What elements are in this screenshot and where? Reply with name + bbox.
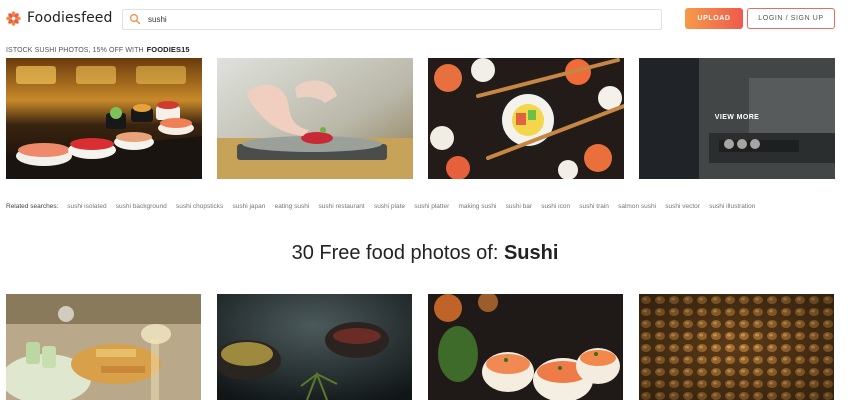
- related-search-link[interactable]: sushi bar: [506, 203, 532, 210]
- promo-text: ISTOCK SUSHI PHOTOS, 15% OFF WITH: [6, 47, 144, 54]
- related-search-link[interactable]: sushi japan: [232, 203, 265, 210]
- promo-code: FOODIES15: [146, 45, 190, 54]
- dark-bowls-image: [217, 294, 412, 400]
- sushi-table-photo[interactable]: [6, 294, 201, 400]
- related-search-link[interactable]: salmon sushi: [618, 203, 656, 210]
- salmon-rolls-image: [428, 294, 623, 400]
- related-search-link[interactable]: sushi background: [116, 203, 167, 210]
- sushi-table-image: [6, 294, 201, 400]
- rice-texture-photo[interactable]: [639, 294, 834, 400]
- chef-plating-sushi-photo[interactable]: [217, 58, 413, 179]
- search-icon[interactable]: [129, 13, 141, 25]
- related-search-link[interactable]: sushi icon: [541, 203, 570, 210]
- related-search-link[interactable]: sushi chopsticks: [176, 203, 223, 210]
- login-signup-button[interactable]: LOGIN / SIGN UP: [747, 8, 835, 29]
- related-search-link[interactable]: eating sushi: [275, 203, 310, 210]
- sushi-platter-photo[interactable]: [6, 58, 202, 179]
- related-search-link[interactable]: sushi illustration: [709, 203, 755, 210]
- related-searches: Related searches: sushi isolated sushi b…: [6, 203, 763, 210]
- chef-plating-image: [217, 58, 413, 179]
- results-heading-prefix: 30 Free food photos of:: [291, 242, 504, 264]
- upload-button[interactable]: UPLOAD: [685, 8, 743, 29]
- related-search-link[interactable]: sushi train: [579, 203, 609, 210]
- dark-bowls-photo[interactable]: [217, 294, 412, 400]
- chopsticks-sushi-roll-photo[interactable]: [428, 58, 624, 179]
- search-bar[interactable]: [122, 9, 662, 30]
- view-more-tile[interactable]: VIEW MORE: [639, 58, 835, 179]
- related-search-link[interactable]: sushi vector: [665, 203, 700, 210]
- related-searches-label: Related searches:: [6, 203, 59, 210]
- related-search-link[interactable]: making sushi: [458, 203, 496, 210]
- chopsticks-sushi-image: [428, 58, 624, 179]
- salmon-rolls-photo[interactable]: [428, 294, 623, 400]
- view-more-label[interactable]: VIEW MORE: [639, 114, 835, 121]
- search-input[interactable]: [148, 10, 648, 29]
- related-search-link[interactable]: sushi isolated: [67, 203, 106, 210]
- results-heading-term: Sushi: [503, 242, 559, 264]
- sushi-platter-image: [6, 58, 202, 179]
- related-search-link[interactable]: sushi plate: [374, 203, 405, 210]
- logo-text: Foodiesfeed: [27, 10, 113, 26]
- related-search-link[interactable]: sushi platter: [414, 203, 449, 210]
- results-heading: 30 Free food photos of: Sushi: [0, 242, 850, 265]
- related-search-link[interactable]: sushi restaurant: [318, 203, 364, 210]
- istock-promo[interactable]: ISTOCK SUSHI PHOTOS, 15% OFF WITH FOODIES…: [6, 45, 190, 54]
- logo[interactable]: Foodiesfeed: [6, 10, 113, 26]
- header: Foodiesfeed UPLOAD LOGIN / SIGN UP: [0, 0, 850, 38]
- rice-texture-image: [639, 294, 834, 400]
- flower-logo-icon: [6, 10, 21, 26]
